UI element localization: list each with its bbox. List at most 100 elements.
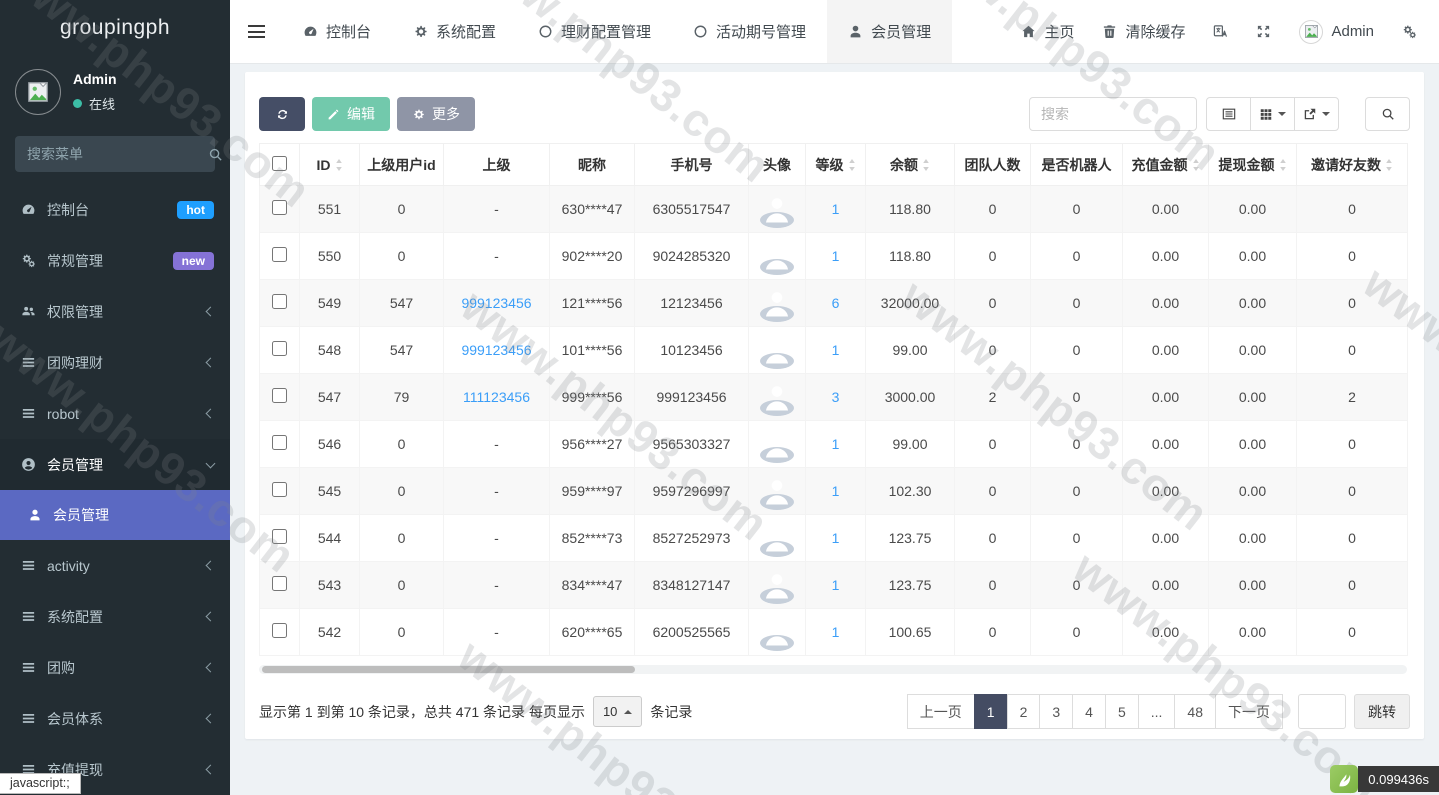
column-header[interactable]: 昵称	[550, 144, 635, 186]
topnav-item-finance-config[interactable]: 理财配置管理	[517, 0, 672, 63]
topnav-language[interactable]	[1199, 0, 1242, 63]
column-header[interactable]: ID	[300, 144, 360, 186]
sidebar-item-groupbuy[interactable]: 团购	[0, 642, 230, 693]
hamburger-menu-icon[interactable]	[230, 0, 282, 63]
column-header[interactable]: 头像	[749, 144, 806, 186]
topnav-item-dashboard[interactable]: 控制台	[282, 0, 392, 63]
cell-level-link[interactable]: 1	[832, 436, 840, 452]
page-button-2[interactable]: 2	[1007, 694, 1041, 729]
topnav-admin-user[interactable]: Admin	[1285, 0, 1388, 63]
topnav-item-system-config[interactable]: 系统配置	[392, 0, 517, 63]
sidebar-item-groupbuy-finance[interactable]: 团购理财	[0, 337, 230, 388]
cell-level-link[interactable]: 1	[832, 342, 840, 358]
topnav-admin-user-label: Admin	[1331, 23, 1374, 40]
column-header[interactable]: 上级	[444, 144, 550, 186]
search-button[interactable]	[1365, 97, 1410, 131]
sidebar-item-member-manage[interactable]: 会员管理	[0, 439, 230, 490]
row-checkbox[interactable]	[272, 623, 287, 638]
circle-icon	[538, 24, 553, 39]
topnav-fullscreen[interactable]	[1242, 0, 1285, 63]
page-button-3[interactable]: 3	[1039, 694, 1073, 729]
sidebar-item-dashboard[interactable]: 控制台hot	[0, 184, 230, 235]
topnav-clear-cache[interactable]: 清除缓存	[1088, 0, 1199, 63]
sidebar-subitem-member-manage-sub[interactable]: 会员管理	[0, 490, 230, 540]
cell-level-link[interactable]: 1	[832, 577, 840, 593]
cell-level-link[interactable]: 3	[832, 389, 840, 405]
topnav-home[interactable]: 主页	[1007, 0, 1088, 63]
more-button[interactable]: 更多	[397, 97, 475, 131]
topnav-settings[interactable]	[1388, 0, 1431, 63]
column-header[interactable]: 团队人数	[955, 144, 1031, 186]
sidebar-item-label: 团购理财	[47, 353, 103, 373]
columns-button[interactable]	[1250, 97, 1295, 131]
select-all-checkbox[interactable]	[272, 156, 287, 171]
export-button[interactable]	[1294, 97, 1339, 131]
row-checkbox[interactable]	[272, 294, 287, 309]
row-checkbox[interactable]	[272, 247, 287, 262]
sidebar-search-input[interactable]	[27, 146, 208, 162]
topnav-item-label: 会员管理	[871, 21, 931, 42]
chevron-left-icon	[206, 663, 216, 673]
column-header[interactable]: 邀请好友数	[1297, 144, 1408, 186]
row-checkbox[interactable]	[272, 435, 287, 450]
column-header[interactable]: 充值金额	[1123, 144, 1209, 186]
row-checkbox[interactable]	[272, 482, 287, 497]
cell-avatar	[749, 233, 806, 280]
page-button-48[interactable]: 48	[1174, 694, 1216, 729]
cell-level-link[interactable]: 1	[832, 624, 840, 640]
sidebar-item-robot[interactable]: robot	[0, 388, 230, 439]
horizontal-scrollbar-thumb[interactable]	[262, 666, 635, 673]
table-footer: 显示第 1 到第 10 条记录，总共 471 条记录 每页显示 10 条记录 上…	[259, 694, 1410, 729]
page-size-select[interactable]: 10	[593, 696, 642, 727]
column-header[interactable]: 提现金额	[1209, 144, 1297, 186]
page-button-...[interactable]: ...	[1138, 694, 1176, 729]
cell-level-link[interactable]: 1	[832, 248, 840, 264]
sidebar-item-general-manage[interactable]: 常规管理new	[0, 235, 230, 286]
page-button-上一页[interactable]: 上一页	[907, 694, 975, 729]
sidebar-item-member-system[interactable]: 会员体系	[0, 693, 230, 744]
cell-balance: 118.80	[866, 186, 955, 233]
detail-view-button[interactable]	[1206, 97, 1251, 131]
page-button-1[interactable]: 1	[974, 694, 1008, 729]
avatar	[760, 541, 794, 557]
row-checkbox[interactable]	[272, 200, 287, 215]
sidebar-item-label: 控制台	[47, 200, 89, 220]
column-header[interactable]: 上级用户id	[360, 144, 444, 186]
row-checkbox[interactable]	[272, 529, 287, 544]
cell-level-link[interactable]: 1	[832, 530, 840, 546]
page-jump-input[interactable]	[1298, 694, 1346, 729]
page-button-4[interactable]: 4	[1072, 694, 1106, 729]
edit-button[interactable]: 编辑	[312, 97, 390, 131]
row-checkbox[interactable]	[272, 341, 287, 356]
page-button-5[interactable]: 5	[1105, 694, 1139, 729]
row-checkbox[interactable]	[272, 576, 287, 591]
column-header-label: 上级用户id	[367, 155, 435, 175]
row-checkbox[interactable]	[272, 388, 287, 403]
topnav-item-activity-issue[interactable]: 活动期号管理	[672, 0, 827, 63]
page-button-下一页[interactable]: 下一页	[1215, 694, 1283, 729]
column-header[interactable]: 手机号	[635, 144, 749, 186]
cell-parent: -	[444, 186, 550, 233]
cell-parent-link[interactable]: 111123456	[463, 389, 530, 405]
page-jump-button[interactable]: 跳转	[1354, 694, 1410, 729]
cell-parent-link[interactable]: 999123456	[461, 342, 531, 358]
table-search-input[interactable]	[1029, 97, 1197, 131]
column-header-inner: 充值金额	[1132, 155, 1200, 175]
refresh-button[interactable]	[259, 97, 305, 131]
cell-level-link[interactable]: 1	[832, 201, 840, 217]
cell-level-link[interactable]: 6	[832, 295, 840, 311]
cell-avatar	[749, 280, 806, 327]
avatar	[760, 400, 794, 416]
sidebar-item-permission-manage[interactable]: 权限管理	[0, 286, 230, 337]
cell-parent-link[interactable]: 999123456	[461, 295, 531, 311]
page-size-value: 10	[603, 704, 617, 719]
cell-level-link[interactable]: 1	[832, 483, 840, 499]
column-header[interactable]: 等级	[806, 144, 866, 186]
column-header[interactable]: 余额	[866, 144, 955, 186]
cell-is-robot: 0	[1031, 562, 1123, 609]
sidebar-item-system-config[interactable]: 系统配置	[0, 591, 230, 642]
chevron-left-icon	[206, 561, 216, 571]
topnav-item-member-manage[interactable]: 会员管理	[827, 0, 952, 63]
column-header[interactable]: 是否机器人	[1031, 144, 1123, 186]
sidebar-item-activity[interactable]: activity	[0, 540, 230, 591]
